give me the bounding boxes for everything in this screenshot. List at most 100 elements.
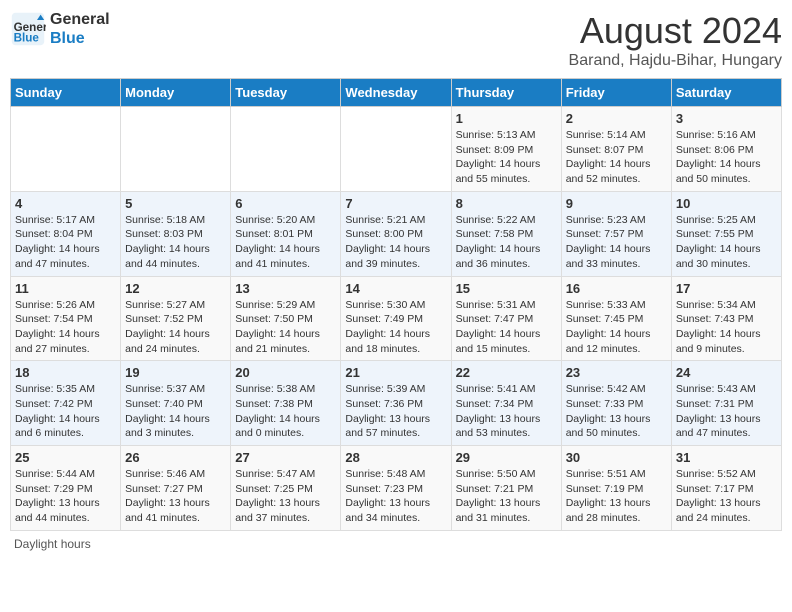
page-header: General Blue General Blue August 2024 Ba… xyxy=(10,10,782,70)
calendar-cell: 23 Sunrise: 5:42 AM Sunset: 7:33 PM Dayli… xyxy=(561,361,671,446)
calendar-cell: 26 Sunrise: 5:46 AM Sunset: 7:27 PM Dayli… xyxy=(121,446,231,531)
day-number: 20 xyxy=(235,365,336,380)
cell-content: Sunrise: 5:26 AM Sunset: 7:54 PM Dayligh… xyxy=(15,298,116,357)
cell-content: Sunrise: 5:25 AM Sunset: 7:55 PM Dayligh… xyxy=(676,213,777,272)
calendar-cell: 12 Sunrise: 5:27 AM Sunset: 7:52 PM Dayli… xyxy=(121,276,231,361)
calendar-week-row: 25 Sunrise: 5:44 AM Sunset: 7:29 PM Dayli… xyxy=(11,446,782,531)
day-number: 9 xyxy=(566,196,667,211)
day-number: 23 xyxy=(566,365,667,380)
calendar-cell: 17Sunrise: 5:34 AM Sunset: 7:43 PM Dayli… xyxy=(671,276,781,361)
cell-content: Sunrise: 5:38 AM Sunset: 7:38 PM Dayligh… xyxy=(235,382,336,441)
day-number: 30 xyxy=(566,450,667,465)
cell-content: Sunrise: 5:18 AM Sunset: 8:03 PM Dayligh… xyxy=(125,213,226,272)
calendar-cell: 4 Sunrise: 5:17 AM Sunset: 8:04 PM Daylig… xyxy=(11,191,121,276)
day-number: 1 xyxy=(456,111,557,126)
calendar-week-row: 11 Sunrise: 5:26 AM Sunset: 7:54 PM Dayli… xyxy=(11,276,782,361)
footer-note: Daylight hours xyxy=(10,537,782,551)
cell-content: Sunrise: 5:50 AM Sunset: 7:21 PM Dayligh… xyxy=(456,467,557,526)
day-number: 27 xyxy=(235,450,336,465)
calendar-day-header: Sunday xyxy=(11,79,121,107)
cell-content: Sunrise: 5:34 AM Sunset: 7:43 PM Dayligh… xyxy=(676,298,777,357)
cell-content: Sunrise: 5:22 AM Sunset: 7:58 PM Dayligh… xyxy=(456,213,557,272)
cell-content: Sunrise: 5:46 AM Sunset: 7:27 PM Dayligh… xyxy=(125,467,226,526)
calendar-day-header: Thursday xyxy=(451,79,561,107)
cell-content: Sunrise: 5:27 AM Sunset: 7:52 PM Dayligh… xyxy=(125,298,226,357)
day-number: 11 xyxy=(15,281,116,296)
main-title: August 2024 xyxy=(569,10,782,52)
day-number: 10 xyxy=(676,196,777,211)
logo-text-general: General xyxy=(50,10,110,29)
day-number: 16 xyxy=(566,281,667,296)
cell-content: Sunrise: 5:31 AM Sunset: 7:47 PM Dayligh… xyxy=(456,298,557,357)
calendar-cell: 7 Sunrise: 5:21 AM Sunset: 8:00 PM Daylig… xyxy=(341,191,451,276)
calendar-cell: 22 Sunrise: 5:41 AM Sunset: 7:34 PM Dayli… xyxy=(451,361,561,446)
calendar-cell: 20 Sunrise: 5:38 AM Sunset: 7:38 PM Dayli… xyxy=(231,361,341,446)
day-number: 19 xyxy=(125,365,226,380)
calendar-cell: 10 Sunrise: 5:25 AM Sunset: 7:55 PM Dayli… xyxy=(671,191,781,276)
cell-content: Sunrise: 5:20 AM Sunset: 8:01 PM Dayligh… xyxy=(235,213,336,272)
cell-content: Sunrise: 5:17 AM Sunset: 8:04 PM Dayligh… xyxy=(15,213,116,272)
cell-content: Sunrise: 5:14 AM Sunset: 8:07 PM Dayligh… xyxy=(566,128,667,187)
calendar-day-header: Friday xyxy=(561,79,671,107)
day-number: 28 xyxy=(345,450,446,465)
calendar-cell: 19 Sunrise: 5:37 AM Sunset: 7:40 PM Dayli… xyxy=(121,361,231,446)
day-number: 12 xyxy=(125,281,226,296)
day-number: 18 xyxy=(15,365,116,380)
calendar-day-header: Saturday xyxy=(671,79,781,107)
calendar-cell: 16 Sunrise: 5:33 AM Sunset: 7:45 PM Dayli… xyxy=(561,276,671,361)
day-number: 4 xyxy=(15,196,116,211)
calendar-cell: 27 Sunrise: 5:47 AM Sunset: 7:25 PM Dayli… xyxy=(231,446,341,531)
cell-content: Sunrise: 5:37 AM Sunset: 7:40 PM Dayligh… xyxy=(125,382,226,441)
calendar-cell: 30Sunrise: 5:51 AM Sunset: 7:19 PM Dayli… xyxy=(561,446,671,531)
calendar-cell: 29Sunrise: 5:50 AM Sunset: 7:21 PM Dayli… xyxy=(451,446,561,531)
calendar-cell: 2 Sunrise: 5:14 AM Sunset: 8:07 PM Daylig… xyxy=(561,107,671,192)
cell-content: Sunrise: 5:42 AM Sunset: 7:33 PM Dayligh… xyxy=(566,382,667,441)
calendar-cell: 8Sunrise: 5:22 AM Sunset: 7:58 PM Daylig… xyxy=(451,191,561,276)
day-number: 15 xyxy=(456,281,557,296)
day-number: 2 xyxy=(566,111,667,126)
calendar-cell xyxy=(231,107,341,192)
cell-content: Sunrise: 5:35 AM Sunset: 7:42 PM Dayligh… xyxy=(15,382,116,441)
calendar-cell: 13Sunrise: 5:29 AM Sunset: 7:50 PM Dayli… xyxy=(231,276,341,361)
day-number: 13 xyxy=(235,281,336,296)
cell-content: Sunrise: 5:16 AM Sunset: 8:06 PM Dayligh… xyxy=(676,128,777,187)
calendar-day-header: Wednesday xyxy=(341,79,451,107)
cell-content: Sunrise: 5:41 AM Sunset: 7:34 PM Dayligh… xyxy=(456,382,557,441)
cell-content: Sunrise: 5:47 AM Sunset: 7:25 PM Dayligh… xyxy=(235,467,336,526)
calendar-cell: 31 Sunrise: 5:52 AM Sunset: 7:17 PM Dayli… xyxy=(671,446,781,531)
day-number: 3 xyxy=(676,111,777,126)
calendar-cell: 14Sunrise: 5:30 AM Sunset: 7:49 PM Dayli… xyxy=(341,276,451,361)
subtitle: Barand, Hajdu-Bihar, Hungary xyxy=(569,52,782,70)
cell-content: Sunrise: 5:52 AM Sunset: 7:17 PM Dayligh… xyxy=(676,467,777,526)
calendar-cell: 9Sunrise: 5:23 AM Sunset: 7:57 PM Daylig… xyxy=(561,191,671,276)
logo-icon: General Blue xyxy=(10,11,46,47)
calendar-week-row: 18 Sunrise: 5:35 AM Sunset: 7:42 PM Dayli… xyxy=(11,361,782,446)
cell-content: Sunrise: 5:39 AM Sunset: 7:36 PM Dayligh… xyxy=(345,382,446,441)
day-number: 7 xyxy=(345,196,446,211)
calendar-week-row: 4 Sunrise: 5:17 AM Sunset: 8:04 PM Daylig… xyxy=(11,191,782,276)
day-number: 14 xyxy=(345,281,446,296)
cell-content: Sunrise: 5:44 AM Sunset: 7:29 PM Dayligh… xyxy=(15,467,116,526)
cell-content: Sunrise: 5:13 AM Sunset: 8:09 PM Dayligh… xyxy=(456,128,557,187)
calendar-cell: 25 Sunrise: 5:44 AM Sunset: 7:29 PM Dayli… xyxy=(11,446,121,531)
day-number: 26 xyxy=(125,450,226,465)
logo: General Blue General Blue xyxy=(10,10,110,48)
logo-text-blue: Blue xyxy=(50,29,110,48)
calendar-cell: 6Sunrise: 5:20 AM Sunset: 8:01 PM Daylig… xyxy=(231,191,341,276)
day-number: 31 xyxy=(676,450,777,465)
calendar-cell xyxy=(11,107,121,192)
cell-content: Sunrise: 5:21 AM Sunset: 8:00 PM Dayligh… xyxy=(345,213,446,272)
cell-content: Sunrise: 5:43 AM Sunset: 7:31 PM Dayligh… xyxy=(676,382,777,441)
day-number: 5 xyxy=(125,196,226,211)
calendar-week-row: 1 Sunrise: 5:13 AM Sunset: 8:09 PM Daylig… xyxy=(11,107,782,192)
day-number: 21 xyxy=(345,365,446,380)
calendar-cell: 1 Sunrise: 5:13 AM Sunset: 8:09 PM Daylig… xyxy=(451,107,561,192)
calendar-cell: 3 Sunrise: 5:16 AM Sunset: 8:06 PM Daylig… xyxy=(671,107,781,192)
day-number: 25 xyxy=(15,450,116,465)
cell-content: Sunrise: 5:33 AM Sunset: 7:45 PM Dayligh… xyxy=(566,298,667,357)
day-number: 22 xyxy=(456,365,557,380)
calendar-cell: 11 Sunrise: 5:26 AM Sunset: 7:54 PM Dayli… xyxy=(11,276,121,361)
calendar-table: SundayMondayTuesdayWednesdayThursdayFrid… xyxy=(10,78,782,531)
calendar-header-row: SundayMondayTuesdayWednesdayThursdayFrid… xyxy=(11,79,782,107)
calendar-cell: 24Sunrise: 5:43 AM Sunset: 7:31 PM Dayli… xyxy=(671,361,781,446)
